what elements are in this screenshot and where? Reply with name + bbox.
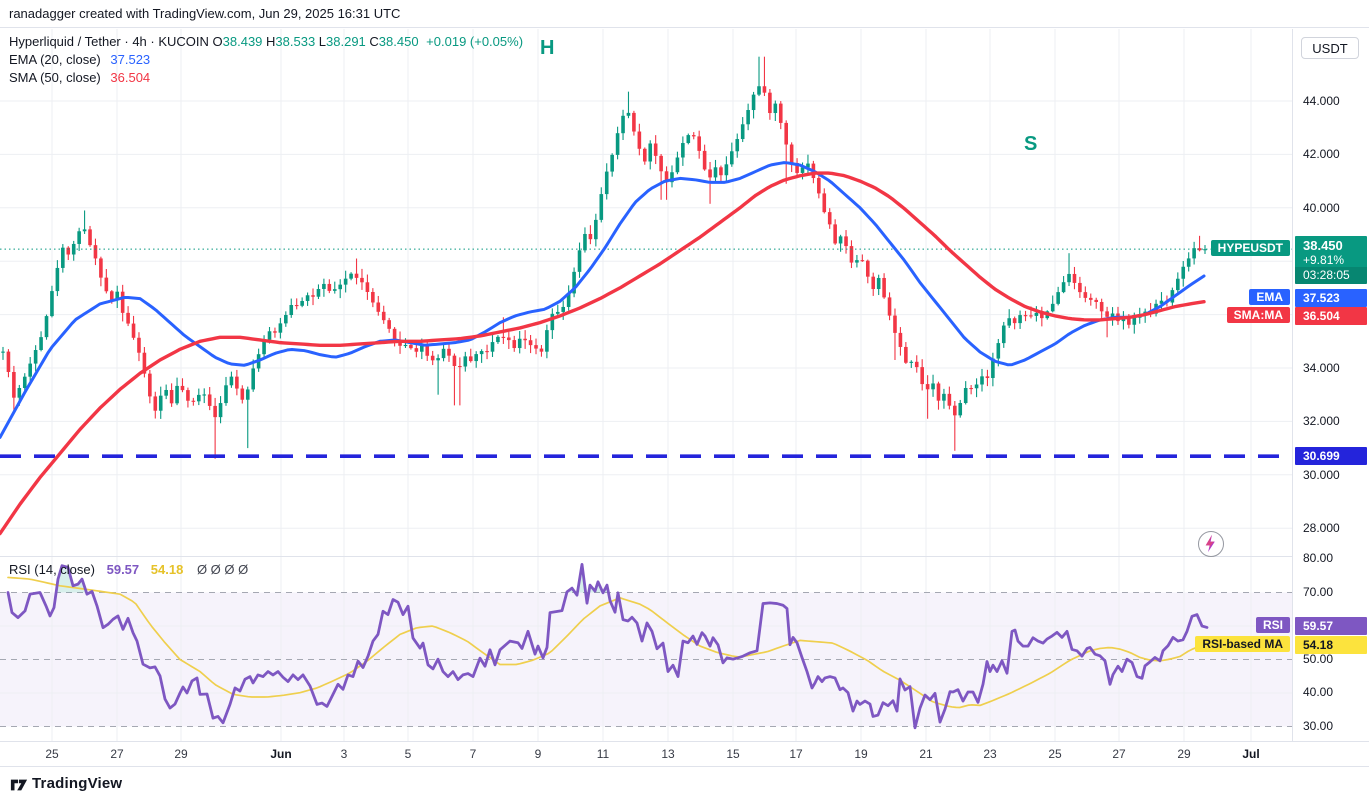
time-tick-label: 3 xyxy=(341,747,348,761)
time-tick-label: 23 xyxy=(983,747,996,761)
ohlc-values: O38.439 H38.533 L38.291 C38.450 xyxy=(213,34,419,49)
price-tick-label: 34.000 xyxy=(1303,361,1340,375)
time-tick-label: 25 xyxy=(1048,747,1061,761)
ohlc-key: H xyxy=(262,34,275,49)
sma-label: SMA (50, close) xyxy=(9,70,101,85)
rsi-tick-label: 70.00 xyxy=(1303,585,1333,599)
time-tick-label: 29 xyxy=(1177,747,1190,761)
rsi-ma-name-badge: RSI-based MA xyxy=(1195,636,1290,652)
sma-legend-row[interactable]: SMA (50, close) 36.504 xyxy=(9,69,523,87)
ema-value-badge: 37.523 xyxy=(1295,289,1367,307)
rsi-legend-row[interactable]: RSI (14, close) 59.57 54.18 Ø Ø Ø Ø xyxy=(9,561,248,579)
attribution-bar: ranadagger created with TradingView.com,… xyxy=(0,0,1369,28)
ohlc-value: 38.439 xyxy=(223,34,263,49)
tradingview-chart-window: ranadagger created with TradingView.com,… xyxy=(0,0,1369,801)
price-tick-label: 30.000 xyxy=(1303,468,1340,482)
ohlc-key: O xyxy=(213,34,223,49)
time-tick-label: Jun xyxy=(270,747,291,761)
time-tick-label: 25 xyxy=(45,747,58,761)
change-value: +0.019 (+0.05%) xyxy=(426,34,523,49)
sma-value: 36.504 xyxy=(110,70,150,85)
rsi-label: RSI (14, close) xyxy=(9,562,95,577)
ohlc-value: 38.450 xyxy=(379,34,419,49)
ema-legend-row[interactable]: EMA (20, close) 37.523 xyxy=(9,51,523,69)
ema-value: 37.523 xyxy=(110,52,150,67)
support-line-badge: 30.699 xyxy=(1295,447,1367,465)
tradingview-logo-icon[interactable] xyxy=(10,776,28,794)
rsi-tick-label: 40.00 xyxy=(1303,685,1333,699)
ema-name-badge: EMA xyxy=(1249,289,1290,305)
price-tick-label: 40.000 xyxy=(1303,201,1340,215)
rsi-empty-sets: Ø Ø Ø Ø xyxy=(197,562,248,577)
rsi-ma-value: 54.18 xyxy=(151,562,184,577)
price-tick-label: 32.000 xyxy=(1303,414,1340,428)
tradingview-wordmark[interactable]: TradingView xyxy=(32,775,122,792)
time-tick-label: 15 xyxy=(726,747,739,761)
ohlc-key: C xyxy=(366,34,379,49)
annotation-h: H xyxy=(540,37,554,60)
symbol-name-badge: HYPEUSDT xyxy=(1211,240,1290,256)
rsi-value: 59.57 xyxy=(107,562,140,577)
attribution-text: ranadagger created with TradingView.com,… xyxy=(9,6,400,21)
time-tick-label: 29 xyxy=(174,747,187,761)
rsi-pane-canvas[interactable] xyxy=(0,556,1292,742)
time-tick-label: 7 xyxy=(470,747,477,761)
symbol-price-badge: 38.450 +9.81% 03:28:05 xyxy=(1295,236,1367,284)
ema-label: EMA (20, close) xyxy=(9,52,101,67)
time-tick-label: 11 xyxy=(597,747,609,761)
ohlc-key: L xyxy=(315,34,326,49)
rsi-tick-label: 30.00 xyxy=(1303,719,1333,733)
currency-unit-button[interactable]: USDT xyxy=(1301,37,1359,59)
price-tick-label: 28.000 xyxy=(1303,521,1340,535)
symbol-legend-row[interactable]: Hyperliquid / Tether · 4h · KUCOIN O38.4… xyxy=(9,33,523,51)
ohlc-value: 38.291 xyxy=(326,34,366,49)
rsi-name-badge: RSI xyxy=(1256,617,1290,633)
time-tick-label: 13 xyxy=(661,747,674,761)
price-tick-label: 44.000 xyxy=(1303,94,1340,108)
symbol-title: Hyperliquid / Tether · 4h · KUCOIN xyxy=(9,34,209,49)
sma-value-badge: 36.504 xyxy=(1295,307,1367,325)
chart-area: Hyperliquid / Tether · 4h · KUCOIN O38.4… xyxy=(0,29,1369,766)
rsi-value-badge: 59.57 xyxy=(1295,617,1367,635)
time-tick-label: 9 xyxy=(535,747,542,761)
price-pane-canvas[interactable] xyxy=(0,29,1292,556)
ohlc-value: 38.533 xyxy=(275,34,315,49)
time-tick-label: 27 xyxy=(110,747,123,761)
indicator-legend: Hyperliquid / Tether · 4h · KUCOIN O38.4… xyxy=(9,33,523,87)
rsi-tick-label: 80.00 xyxy=(1303,551,1333,565)
annotation-s: S xyxy=(1024,133,1037,156)
time-tick-label: 21 xyxy=(919,747,932,761)
flash-order-icon[interactable] xyxy=(1198,531,1224,557)
price-tick-label: 42.000 xyxy=(1303,147,1340,161)
time-tick-label: 5 xyxy=(405,747,412,761)
lightning-icon xyxy=(1199,532,1222,555)
price-scale[interactable]: USDT 44.000 42.000 40.000 34.000 32.000 30.00… xyxy=(1292,29,1369,741)
time-axis[interactable]: 25 27 29 Jun 3 5 7 9 11 13 15 17 19 21 23 25 27 29 Jul xyxy=(0,741,1369,767)
time-tick-label: 19 xyxy=(854,747,867,761)
sma-name-badge: SMA:MA xyxy=(1227,307,1290,323)
time-tick-label: 27 xyxy=(1112,747,1125,761)
footer-bar: TradingView xyxy=(0,766,1369,801)
time-tick-label: Jul xyxy=(1242,747,1259,761)
time-tick-label: 17 xyxy=(789,747,802,761)
rsi-ma-value-badge: 54.18 xyxy=(1295,636,1367,654)
